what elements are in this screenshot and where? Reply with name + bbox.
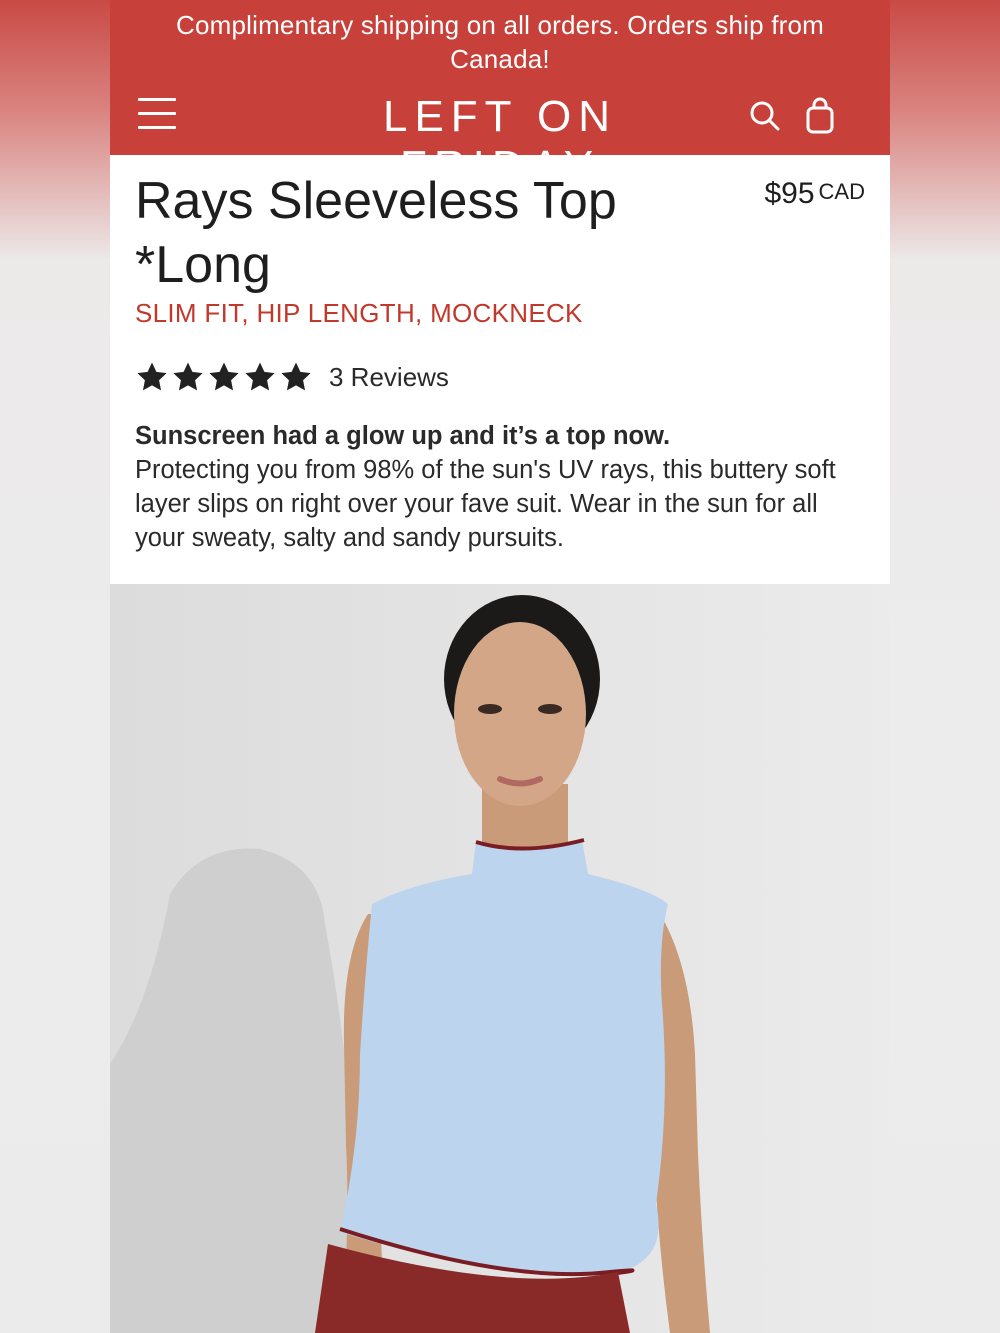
navigation-bar: LEFT ON FRIDAY	[110, 88, 890, 191]
rating-summary[interactable]: 3 Reviews	[135, 357, 449, 397]
search-icon[interactable]	[748, 96, 782, 141]
reviews-link[interactable]: 3 Reviews	[329, 362, 449, 393]
announcement-bar: Complimentary shipping on all orders. Or…	[175, 10, 825, 74]
product-image[interactable]	[110, 584, 890, 1333]
star-icon	[281, 362, 311, 391]
product-info: Rays Sleeveless Top *Long $95 CAD SLIM FI…	[110, 155, 890, 583]
product-description: Sunscreen had a glow up and it’s a top n…	[135, 419, 865, 555]
shopping-bag-icon[interactable]	[802, 96, 838, 141]
star-icon	[137, 362, 167, 391]
description-body: Protecting you from 98% of the sun's UV …	[135, 456, 836, 552]
product-fit-description: SLIM FIT, HIP LENGTH, MOCKNECK	[135, 298, 583, 328]
product-title: Rays Sleeveless Top *Long	[135, 172, 617, 294]
star-icon	[245, 362, 275, 391]
product-page: Complimentary shipping on all orders. Or…	[110, 0, 890, 1333]
hamburger-menu-icon[interactable]	[138, 98, 176, 132]
price-amount: $95	[764, 177, 815, 210]
star-icon	[173, 362, 203, 391]
star-rating	[135, 360, 313, 394]
site-header: Complimentary shipping on all orders. Or…	[110, 0, 890, 191]
product-price: $95 CAD	[764, 177, 865, 211]
star-icon	[209, 362, 239, 391]
model-wearing-top-illustration	[110, 584, 890, 1333]
description-lead: Sunscreen had a glow up and it’s a top n…	[135, 422, 671, 450]
price-currency: CAD	[818, 179, 865, 204]
